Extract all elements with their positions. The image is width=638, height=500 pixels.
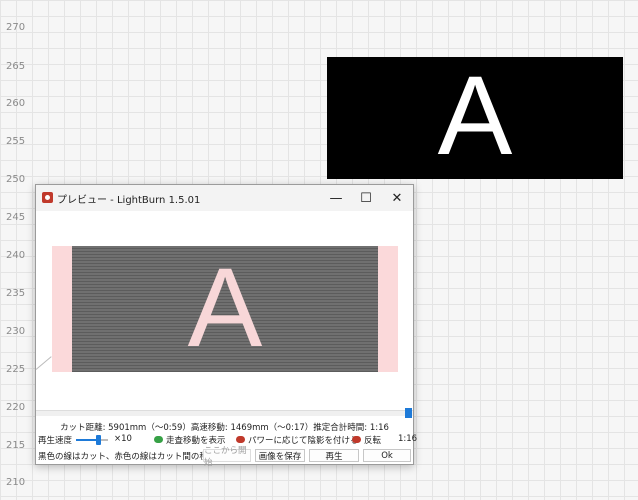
ruler-label: 260	[6, 98, 26, 109]
shade-by-power-label[interactable]: パワーに応じて陰影を付ける	[248, 434, 359, 446]
title-bar[interactable]: プレビュー - LightBurn 1.5.01 — ☐ ✕	[36, 185, 413, 211]
preview-letter: A	[187, 245, 263, 370]
speed-multiplier: ×10	[114, 434, 132, 444]
show-rapid-toggle[interactable]	[154, 436, 163, 443]
preview-letter-wrap: A	[72, 246, 378, 372]
ruler-label: 235	[6, 288, 26, 299]
overscan-left	[52, 246, 72, 372]
job-stats: カット距離: 5901mm（～0:59）高速移動: 1469mm（～0:17）推…	[60, 423, 389, 433]
ruler-label: 270	[6, 22, 26, 33]
playback-progress-track[interactable]	[36, 410, 413, 416]
ruler-label: 215	[6, 440, 26, 451]
bottom-row: 黒色の線はカット、赤色の線はカット間の移動です ここから開始 画像を保存 再生 …	[36, 446, 413, 468]
ruler-label: 265	[6, 61, 26, 72]
time-display: 1:16	[398, 434, 418, 444]
play-button[interactable]: 再生	[309, 449, 359, 462]
ok-button[interactable]: Ok	[363, 449, 411, 462]
shade-by-power-toggle[interactable]	[236, 436, 245, 443]
minimize-button[interactable]: —	[321, 187, 351, 209]
maximize-button[interactable]: ☐	[351, 187, 381, 209]
ruler-label: 255	[6, 136, 26, 147]
ruler-label: 225	[6, 364, 26, 375]
ruler-label: 230	[6, 326, 26, 337]
close-button[interactable]: ✕	[382, 187, 412, 209]
ruler-label: 245	[6, 212, 26, 223]
speed-slider-fill	[76, 439, 98, 441]
ruler-label: 210	[6, 477, 26, 488]
lightburn-app-icon	[42, 192, 53, 203]
overscan-right	[378, 246, 398, 372]
preview-canvas[interactable]: A	[35, 211, 413, 407]
ruler-label: 250	[6, 174, 26, 185]
start-here-button[interactable]: ここから開始	[203, 446, 251, 468]
save-image-button[interactable]: 画像を保存	[255, 449, 305, 462]
playback-progress-thumb[interactable]	[405, 408, 412, 418]
design-letter: A	[437, 53, 513, 178]
ruler-label: 240	[6, 250, 26, 261]
design-shape[interactable]: A	[327, 57, 623, 179]
invert-toggle[interactable]	[352, 436, 361, 443]
rapid-move-line	[35, 356, 52, 370]
invert-label[interactable]: 反転	[364, 434, 381, 446]
speed-slider-thumb[interactable]	[96, 435, 101, 445]
preview-window: プレビュー - LightBurn 1.5.01 — ☐ ✕ A カット距離: …	[35, 184, 418, 468]
window-title: プレビュー - LightBurn 1.5.01	[57, 195, 201, 206]
ruler-label: 220	[6, 402, 26, 413]
playback-speed-label: 再生速度	[38, 436, 73, 446]
